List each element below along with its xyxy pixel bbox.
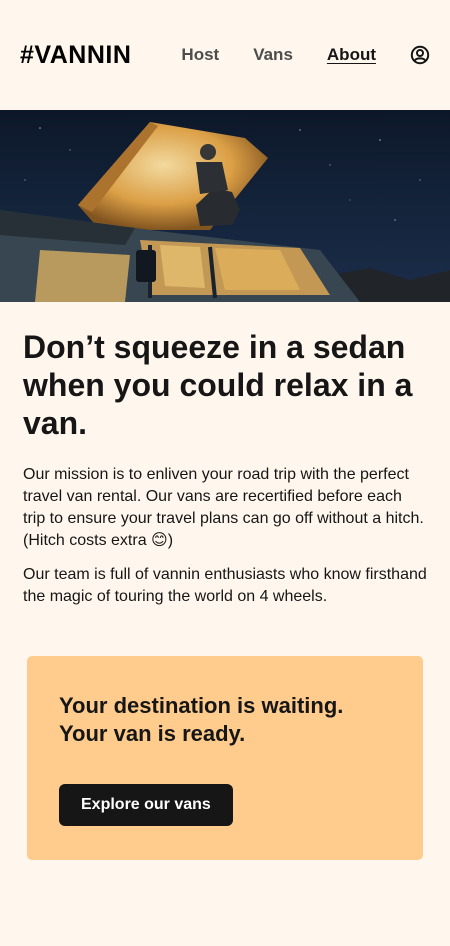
main-nav: Host Vans About [181,45,430,65]
page-headline: Don’t squeeze in a sedan when you could … [23,329,413,441]
logo[interactable]: #VANNIN [20,41,131,70]
cta-card: Your destination is waiting. Your van is… [27,656,423,860]
main-content: Don’t squeeze in a sedan when you could … [0,302,450,608]
nav-about[interactable]: About [327,45,376,65]
team-paragraph: Our team is full of vannin enthusiasts w… [23,566,427,605]
site-header: #VANNIN Host Vans About [0,0,450,110]
cta-title-line1: Your destination is waiting. [59,693,344,718]
nav-host[interactable]: Host [181,45,219,65]
user-circle-icon[interactable] [410,45,430,65]
nav-vans[interactable]: Vans [253,45,293,65]
explore-vans-button[interactable]: Explore our vans [59,784,233,826]
cta-title-line2: Your van is ready. [59,721,246,746]
cta-title: Your destination is waiting. Your van is… [59,692,391,748]
mission-paragraph: Our mission is to enliven your road trip… [23,466,424,549]
hero-image [0,110,450,302]
